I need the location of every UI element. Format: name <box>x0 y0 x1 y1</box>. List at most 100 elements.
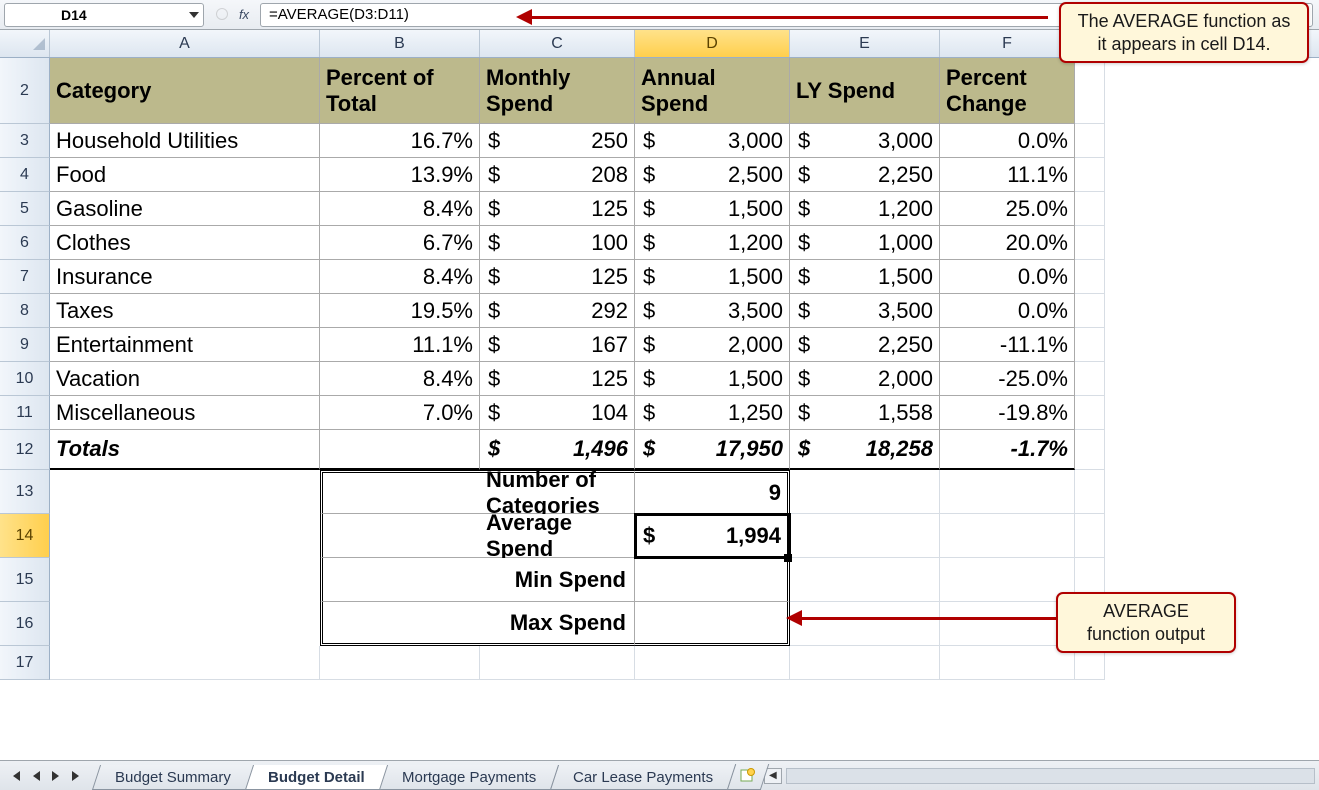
cell-D7[interactable]: $1,500 <box>635 260 790 294</box>
col-header-A[interactable]: A <box>50 30 320 57</box>
sheet-nav-last-icon[interactable] <box>66 766 86 786</box>
cell-C7[interactable]: $125 <box>480 260 635 294</box>
cell-A16[interactable] <box>50 602 320 646</box>
cell-D15[interactable] <box>635 558 790 602</box>
row-header-7[interactable]: 7 <box>0 260 50 294</box>
cell-B12[interactable] <box>320 430 480 470</box>
cell-D14[interactable]: $1,994 <box>635 514 790 558</box>
insert-function-button[interactable]: fx <box>234 5 254 25</box>
hscroll-track[interactable] <box>786 768 1315 784</box>
row-header-13[interactable]: 13 <box>0 470 50 514</box>
cell-B5[interactable]: 8.4% <box>320 192 480 226</box>
cell-B14[interactable] <box>320 514 480 558</box>
cell-C10[interactable]: $125 <box>480 362 635 396</box>
cell-F9[interactable]: -11.1% <box>940 328 1075 362</box>
cell-E3[interactable]: $3,000 <box>790 124 940 158</box>
row-header-4[interactable]: 4 <box>0 158 50 192</box>
name-box-dropdown-icon[interactable] <box>185 4 203 26</box>
sheet-tab[interactable]: Car Lease Payments <box>550 765 736 790</box>
cell-C13[interactable]: Number of Categories <box>480 470 635 514</box>
cell-A6[interactable]: Clothes <box>50 226 320 260</box>
col-header-E[interactable]: E <box>790 30 940 57</box>
cell-D8[interactable]: $3,500 <box>635 294 790 328</box>
cell-C14[interactable]: Average Spend <box>480 514 635 558</box>
cell-F11[interactable]: -19.8% <box>940 396 1075 430</box>
row-header-17[interactable]: 17 <box>0 646 50 680</box>
cell-B15[interactable] <box>320 558 480 602</box>
cell-A2[interactable]: Category <box>50 58 320 124</box>
cell-B3[interactable]: 16.7% <box>320 124 480 158</box>
cell-D5[interactable]: $1,500 <box>635 192 790 226</box>
cell-E8[interactable]: $3,500 <box>790 294 940 328</box>
cell-D12[interactable]: $17,950 <box>635 430 790 470</box>
cell-A15[interactable] <box>50 558 320 602</box>
cell-B13[interactable] <box>320 470 480 514</box>
cell-F7[interactable]: 0.0% <box>940 260 1075 294</box>
cell-F3[interactable]: 0.0% <box>940 124 1075 158</box>
cell-D6[interactable]: $1,200 <box>635 226 790 260</box>
cell-B16[interactable] <box>320 602 480 646</box>
cell-A7[interactable]: Insurance <box>50 260 320 294</box>
cell-F2[interactable]: PercentChange <box>940 58 1075 124</box>
sheet-tab[interactable]: Budget Summary <box>92 765 254 790</box>
cell-C15[interactable]: Min Spend <box>480 558 635 602</box>
sheet-nav-prev-icon[interactable] <box>26 766 46 786</box>
row-header-12[interactable]: 12 <box>0 430 50 470</box>
row-header-5[interactable]: 5 <box>0 192 50 226</box>
cell-F5[interactable]: 25.0% <box>940 192 1075 226</box>
cell-D2[interactable]: AnnualSpend <box>635 58 790 124</box>
cell-D4[interactable]: $2,500 <box>635 158 790 192</box>
cell-C2[interactable]: MonthlySpend <box>480 58 635 124</box>
cell-C12[interactable]: $1,496 <box>480 430 635 470</box>
new-sheet-button[interactable] <box>727 764 769 790</box>
col-header-F[interactable]: F <box>940 30 1075 57</box>
cell-B8[interactable]: 19.5% <box>320 294 480 328</box>
cell-E6[interactable]: $1,000 <box>790 226 940 260</box>
cell-F6[interactable]: 20.0% <box>940 226 1075 260</box>
cell-A4[interactable]: Food <box>50 158 320 192</box>
col-header-C[interactable]: C <box>480 30 635 57</box>
row-header-8[interactable]: 8 <box>0 294 50 328</box>
cell-C9[interactable]: $167 <box>480 328 635 362</box>
cell-E5[interactable]: $1,200 <box>790 192 940 226</box>
cell-D13[interactable]: 9 <box>635 470 790 514</box>
name-box[interactable]: D14 <box>4 3 204 27</box>
cell-A8[interactable]: Taxes <box>50 294 320 328</box>
cell-C11[interactable]: $104 <box>480 396 635 430</box>
row-header-2[interactable]: 2 <box>0 58 50 124</box>
cell-E2[interactable]: LY Spend <box>790 58 940 124</box>
select-all-corner[interactable] <box>0 30 50 57</box>
sheet-nav-first-icon[interactable] <box>6 766 26 786</box>
row-header-3[interactable]: 3 <box>0 124 50 158</box>
cell-D10[interactable]: $1,500 <box>635 362 790 396</box>
cell-B6[interactable]: 6.7% <box>320 226 480 260</box>
col-header-D[interactable]: D <box>635 30 790 57</box>
cell-E4[interactable]: $2,250 <box>790 158 940 192</box>
cell-A11[interactable]: Miscellaneous <box>50 396 320 430</box>
cell-F8[interactable]: 0.0% <box>940 294 1075 328</box>
cell-C16[interactable]: Max Spend <box>480 602 635 646</box>
cell-A5[interactable]: Gasoline <box>50 192 320 226</box>
cell-C3[interactable]: $250 <box>480 124 635 158</box>
cell-E7[interactable]: $1,500 <box>790 260 940 294</box>
row-header-9[interactable]: 9 <box>0 328 50 362</box>
cell-E11[interactable]: $1,558 <box>790 396 940 430</box>
cell-C6[interactable]: $100 <box>480 226 635 260</box>
cell-C4[interactable]: $208 <box>480 158 635 192</box>
sheet-tab[interactable]: Budget Detail <box>245 765 388 790</box>
cell-A3[interactable]: Household Utilities <box>50 124 320 158</box>
cell-F4[interactable]: 11.1% <box>940 158 1075 192</box>
cell-E9[interactable]: $2,250 <box>790 328 940 362</box>
cell-A14[interactable] <box>50 514 320 558</box>
cell-A9[interactable]: Entertainment <box>50 328 320 362</box>
cell-E10[interactable]: $2,000 <box>790 362 940 396</box>
cell-D11[interactable]: $1,250 <box>635 396 790 430</box>
row-header-6[interactable]: 6 <box>0 226 50 260</box>
row-header-15[interactable]: 15 <box>0 558 50 602</box>
cell-D16[interactable] <box>635 602 790 646</box>
cell-B4[interactable]: 13.9% <box>320 158 480 192</box>
sheet-nav-next-icon[interactable] <box>46 766 66 786</box>
cell-D3[interactable]: $3,000 <box>635 124 790 158</box>
cell-F10[interactable]: -25.0% <box>940 362 1075 396</box>
cell-F12[interactable]: -1.7% <box>940 430 1075 470</box>
